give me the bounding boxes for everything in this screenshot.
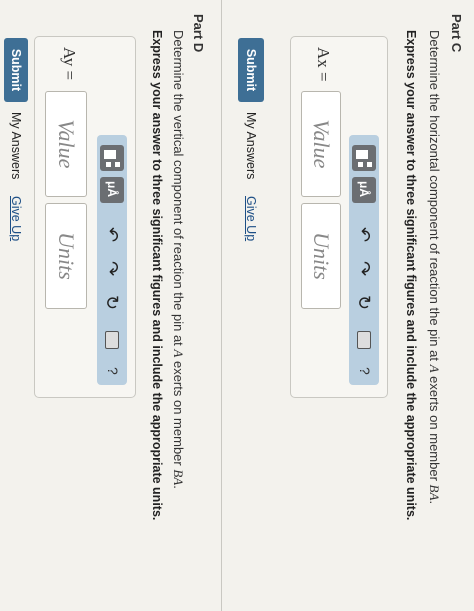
- part-d-value-input[interactable]: Value: [45, 91, 87, 197]
- undo-arrow-icon[interactable]: ↶: [354, 227, 374, 242]
- part-d-my-answers-link[interactable]: My Answers: [9, 112, 23, 179]
- part-c-my-answers-link[interactable]: My Answers: [244, 112, 258, 179]
- part-c-answer-panel: μÅ ↶ ↷ ↻ ? Ax = Value Units: [290, 36, 388, 398]
- templates-icon[interactable]: [352, 145, 376, 171]
- part-c-toolbar: μÅ ↶ ↷ ↻ ?: [349, 135, 379, 385]
- problem-page: Part C Determine the horizontal componen…: [0, 0, 474, 611]
- part-c-label: Ax =: [314, 47, 333, 82]
- part-c-title: Part C: [449, 14, 464, 53]
- part-d-answer-panel: μÅ ↶ ↷ ↻ ? Ay = Value Units: [34, 36, 136, 398]
- redo-arrow-icon[interactable]: ↷: [102, 261, 122, 276]
- part-c-instruction: Express your answer to three significant…: [404, 30, 418, 521]
- part-divider: [221, 0, 222, 611]
- undo-arrow-icon[interactable]: ↶: [102, 227, 122, 242]
- reset-icon[interactable]: ↻: [102, 295, 122, 310]
- help-icon[interactable]: ?: [105, 367, 121, 375]
- keyboard-icon[interactable]: [105, 331, 119, 349]
- part-d-instruction: Express your answer to three significant…: [150, 30, 164, 521]
- part-c-value-input[interactable]: Value: [301, 91, 341, 197]
- mu-units-button[interactable]: μÅ: [352, 177, 376, 203]
- part-d-label: Ay =: [60, 47, 79, 81]
- reset-icon[interactable]: ↻: [354, 295, 374, 310]
- mu-icon: μÅ: [105, 181, 119, 198]
- templates-icon[interactable]: [100, 145, 124, 171]
- keyboard-icon[interactable]: [357, 331, 371, 349]
- part-c-units-input[interactable]: Units: [301, 203, 341, 309]
- part-d-give-up-link[interactable]: Give Up: [9, 196, 23, 241]
- part-c-give-up-link[interactable]: Give Up: [244, 196, 258, 241]
- part-d-units-input[interactable]: Units: [45, 203, 87, 309]
- part-c-submit-button[interactable]: Submit: [238, 38, 264, 102]
- part-d-title: Part D: [191, 14, 206, 53]
- mu-icon: μÅ: [357, 181, 371, 198]
- part-c-description: Determine the horizontal component of re…: [427, 30, 442, 505]
- redo-arrow-icon[interactable]: ↷: [354, 261, 374, 276]
- help-icon[interactable]: ?: [357, 367, 373, 375]
- part-d-description: Determine the vertical component of reac…: [171, 30, 186, 489]
- part-d-submit-button[interactable]: Submit: [4, 38, 28, 102]
- part-d-toolbar: μÅ ↶ ↷ ↻ ?: [97, 135, 127, 385]
- mu-units-button[interactable]: μÅ: [100, 177, 124, 203]
